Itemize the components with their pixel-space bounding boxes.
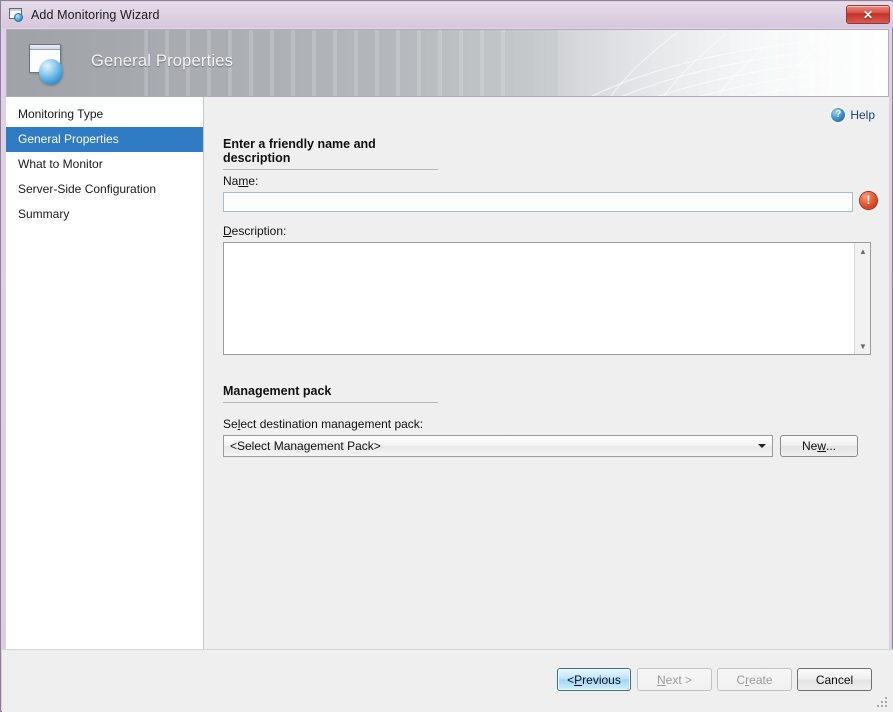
wizard-banner: General Properties	[6, 29, 889, 97]
help-link[interactable]: ? Help	[831, 108, 875, 122]
question-mark-icon: ?	[831, 108, 845, 122]
create-button: Create	[717, 668, 792, 691]
wizard-step-sidebar: Monitoring Type General Properties What …	[6, 97, 204, 649]
close-button[interactable]: ✕	[846, 5, 890, 24]
description-label: Description:	[223, 224, 286, 238]
previous-button[interactable]: < Previous	[557, 668, 631, 691]
scroll-down-icon[interactable]: ▼	[855, 338, 871, 354]
window-title: Add Monitoring Wizard	[31, 8, 160, 22]
next-button: Next >	[637, 668, 712, 691]
wizard-window: Add Monitoring Wizard ✕	[0, 0, 893, 712]
wizard-footer: < Previous Next > Create Cancel	[2, 649, 893, 712]
scroll-up-icon[interactable]: ▲	[855, 243, 871, 259]
description-textarea[interactable]	[224, 243, 854, 354]
description-field-wrapper: ▲ ▼	[223, 242, 871, 355]
sidebar-item-summary[interactable]: Summary	[6, 202, 203, 227]
help-label: Help	[850, 108, 875, 122]
description-scrollbar[interactable]: ▲ ▼	[854, 243, 870, 354]
wizard-window-sphere-icon	[23, 40, 75, 88]
wizard-content-pane: ? Help Enter a friendly name and descrip…	[204, 97, 889, 649]
cancel-button[interactable]: Cancel	[797, 668, 872, 691]
management-pack-selected-value: <Select Management Pack>	[230, 439, 381, 453]
name-label: Name:	[223, 174, 258, 188]
chevron-down-icon[interactable]	[753, 437, 771, 455]
section-heading-management-pack: Management pack	[223, 384, 438, 403]
name-input[interactable]	[223, 192, 853, 212]
banner-mesh-graphic	[558, 30, 888, 97]
management-pack-dropdown[interactable]: <Select Management Pack>	[223, 435, 773, 457]
sidebar-item-general-properties[interactable]: General Properties	[6, 127, 203, 152]
error-exclamation-icon: !	[860, 192, 877, 209]
wizard-window-sphere-icon	[9, 8, 25, 22]
sidebar-item-monitoring-type[interactable]: Monitoring Type	[6, 102, 203, 127]
page-title: General Properties	[91, 52, 233, 71]
title-bar: Add Monitoring Wizard ✕	[2, 2, 893, 28]
sidebar-item-what-to-monitor[interactable]: What to Monitor	[6, 152, 203, 177]
management-pack-label: Select destination management pack:	[223, 417, 423, 431]
sidebar-item-server-side-configuration[interactable]: Server-Side Configuration	[6, 177, 203, 202]
section-heading-name-description: Enter a friendly name and description	[223, 137, 438, 170]
new-management-pack-button[interactable]: New...	[780, 435, 858, 457]
resize-grip-icon[interactable]	[877, 697, 889, 709]
